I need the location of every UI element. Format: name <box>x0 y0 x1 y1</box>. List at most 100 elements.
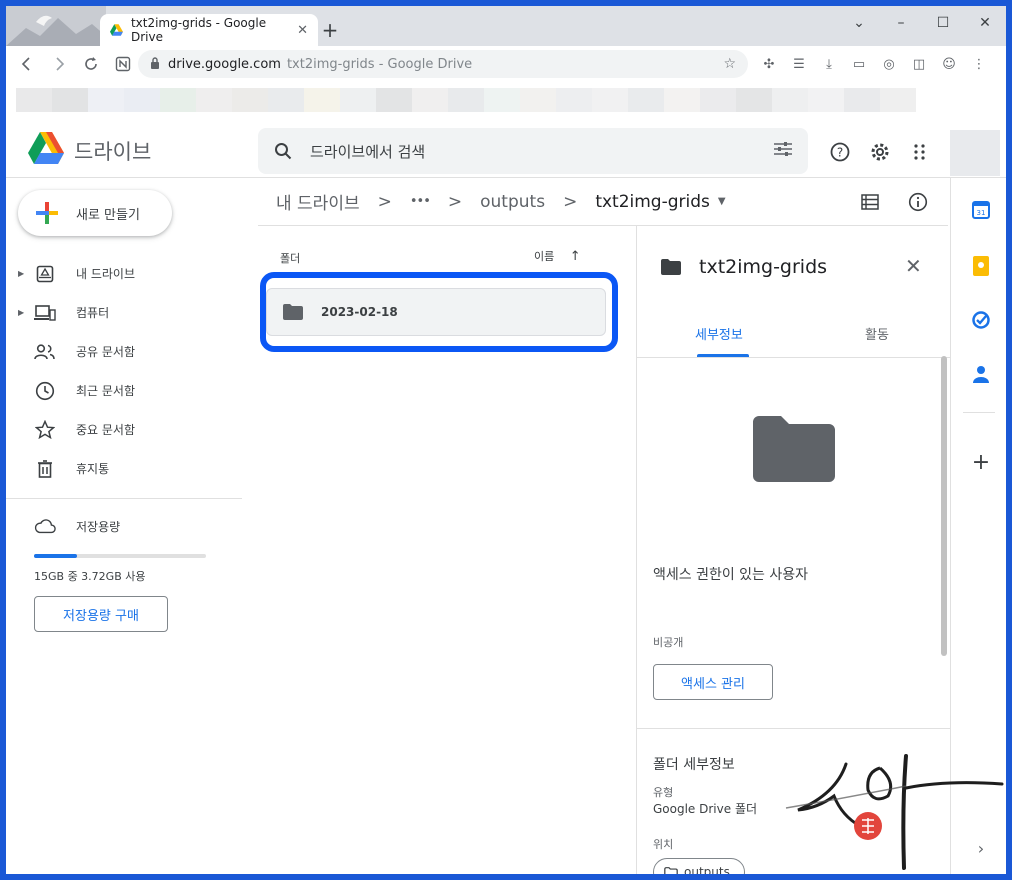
url-page-title: txt2img-grids - Google Drive <box>286 56 473 72</box>
new-button[interactable]: 새로 만들기 <box>18 190 172 236</box>
screenshot-icon[interactable]: ◎ <box>876 51 902 77</box>
add-app-icon[interactable]: + <box>971 450 991 475</box>
info-icon[interactable] <box>906 190 930 214</box>
highlight-annotation-box <box>260 272 618 352</box>
breadcrumb-more[interactable]: ••• <box>410 194 431 209</box>
drive-brand-title[interactable]: 드라이브 <box>74 136 151 166</box>
active-tab-indicator <box>697 354 749 357</box>
sidebar-item-label: 휴지통 <box>76 462 110 476</box>
address-bar[interactable]: drive.google.com txt2img-grids - Google … <box>138 50 748 78</box>
extensions-icon[interactable]: ✣ <box>756 51 782 77</box>
sidebar-item-trash[interactable]: 휴지통 <box>6 449 246 488</box>
drive-logo-icon[interactable] <box>28 132 64 164</box>
manage-access-button[interactable]: 액세스 관리 <box>653 664 773 700</box>
tab-close-icon[interactable]: ✕ <box>297 23 308 38</box>
search-icon[interactable] <box>274 142 292 160</box>
search-placeholder[interactable]: 드라이브에서 검색 <box>310 141 425 162</box>
type-label: 유형 <box>653 786 674 799</box>
list-view-icon[interactable] <box>858 190 882 214</box>
sidebar-item-label: 최근 문서함 <box>76 384 136 398</box>
forward-icon[interactable] <box>46 51 72 77</box>
keep-icon[interactable] <box>971 256 991 276</box>
sidebar-item-my-drive[interactable]: ▶ 내 드라이브 <box>6 254 246 293</box>
contacts-icon[interactable] <box>971 364 991 384</box>
breadcrumb-outputs[interactable]: outputs <box>480 192 545 212</box>
theme-background-image <box>6 6 106 46</box>
browser-window: txt2img-grids - Google Drive ✕ + ⌄ – ☐ ✕ <box>6 6 1006 874</box>
profile-icon[interactable]: ☺ <box>936 51 962 77</box>
tab-activity[interactable]: 활동 <box>865 324 889 343</box>
breadcrumb-current[interactable]: txt2img-grids <box>595 192 710 212</box>
new-button-label: 새로 만들기 <box>76 207 140 223</box>
sidebar-item-recent[interactable]: 최근 문서함 <box>6 371 246 410</box>
details-scrollbar[interactable] <box>941 356 947 656</box>
sidebar-item-computers[interactable]: ▶ 컴퓨터 <box>6 293 246 332</box>
reload-icon[interactable] <box>78 51 104 77</box>
sidebar-item-label: 컴퓨터 <box>76 306 110 320</box>
location-value: outputs <box>684 865 730 874</box>
storage-progress-fill <box>34 554 77 558</box>
breadcrumb-separator: > <box>377 191 392 212</box>
url-host: drive.google.com <box>168 56 281 72</box>
sidebar-item-starred[interactable]: 중요 문서함 <box>6 410 246 449</box>
apps-grid-icon[interactable] <box>908 140 932 164</box>
buy-storage-button[interactable]: 저장용량 구매 <box>34 596 168 632</box>
signature-watermark <box>785 754 1004 870</box>
type-value: Google Drive 폴더 <box>653 802 758 816</box>
side-panel-icon[interactable]: ◫ <box>906 51 932 77</box>
menu-kebab-icon[interactable]: ⋮ <box>966 51 992 77</box>
expand-caret-icon[interactable]: ▶ <box>18 269 24 278</box>
tab-title: txt2img-grids - Google Drive <box>130 16 267 44</box>
storage-progress-bar <box>34 554 206 558</box>
settings-gear-icon[interactable] <box>868 140 892 164</box>
location-chip[interactable]: outputs <box>653 858 745 874</box>
breadcrumb-dropdown-icon[interactable]: ▼ <box>718 196 726 207</box>
extension-n-icon[interactable] <box>110 51 136 77</box>
rail-divider <box>963 412 995 413</box>
svg-text:?: ? <box>837 146 843 160</box>
sidebar: 새로 만들기 ▶ 내 드라이브 ▶ 컴퓨터 공유 문서함 최근 문서함 중요 문… <box>6 178 246 874</box>
computer-icon <box>34 302 56 324</box>
account-avatar[interactable] <box>950 130 1000 176</box>
bookmark-star-icon[interactable]: ☆ <box>723 56 736 72</box>
tasks-icon[interactable] <box>971 310 991 330</box>
tab-search-icon[interactable]: ⌄ <box>838 10 880 36</box>
reading-list-icon[interactable]: ☰ <box>786 51 812 77</box>
maximize-button[interactable]: ☐ <box>922 10 964 36</box>
folders-section-label: 폴더 <box>280 252 301 265</box>
details-divider <box>637 728 951 729</box>
bookmarks-bar-blurred <box>16 88 916 112</box>
cloud-icon <box>34 515 56 537</box>
tab-strip: txt2img-grids - Google Drive ✕ + ⌄ – ☐ ✕ <box>6 6 1006 46</box>
clock-icon <box>34 380 56 402</box>
close-icon[interactable]: ✕ <box>905 254 922 278</box>
shared-icon <box>34 341 56 363</box>
search-options-icon[interactable] <box>774 141 792 161</box>
search-box[interactable]: 드라이브에서 검색 <box>258 128 808 174</box>
details-tabs: 세부정보 활동 <box>637 314 951 358</box>
cast-icon[interactable]: ▭ <box>846 51 872 77</box>
download-icon[interactable]: ⤓ <box>816 51 842 77</box>
details-title: txt2img-grids <box>699 256 828 278</box>
calendar-icon[interactable]: 31 <box>971 200 991 220</box>
expand-caret-icon[interactable]: ▶ <box>18 308 24 317</box>
help-icon[interactable]: ? <box>828 140 852 164</box>
sort-by-name-button[interactable]: 이름 ↑ <box>534 248 581 264</box>
location-label: 위치 <box>653 838 674 851</box>
breadcrumb-separator: > <box>563 191 578 212</box>
lock-icon[interactable] <box>150 56 160 72</box>
access-heading: 액세스 권한이 있는 사용자 <box>653 567 809 583</box>
sort-arrow-icon[interactable]: ↑ <box>570 249 581 264</box>
sidebar-item-shared[interactable]: 공유 문서함 <box>6 332 246 371</box>
breadcrumb: 내 드라이브 > ••• > outputs > txt2img-grids ▼ <box>258 178 948 226</box>
minimize-button[interactable]: – <box>880 10 922 36</box>
breadcrumb-root[interactable]: 내 드라이브 <box>276 189 360 214</box>
tab-details[interactable]: 세부정보 <box>695 324 743 343</box>
active-tab[interactable]: txt2img-grids - Google Drive ✕ <box>100 14 318 46</box>
back-icon[interactable] <box>14 51 40 77</box>
new-tab-button[interactable]: + <box>318 18 342 42</box>
window-close-button[interactable]: ✕ <box>964 10 1006 36</box>
sort-label: 이름 <box>534 250 555 263</box>
sidebar-item-storage[interactable]: 저장용량 <box>6 508 246 544</box>
colorful-plus-icon <box>36 202 58 224</box>
